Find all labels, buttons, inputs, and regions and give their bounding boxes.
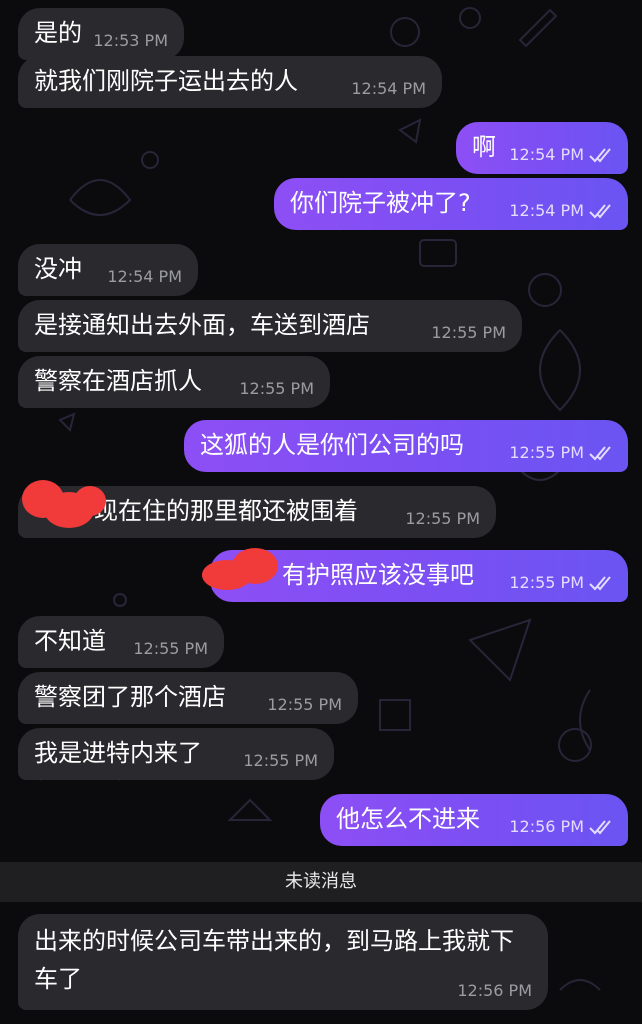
message-text: 你们院子被冲了? <box>290 189 471 217</box>
message-time: 12:55 PM <box>431 323 506 342</box>
message-text: 现在住的那里都还被围着 <box>94 497 358 525</box>
message-time: 12:54 PM <box>107 267 182 286</box>
redaction-mark <box>74 486 106 516</box>
message-bubble-incoming[interactable]: 出来的时候公司车带出来的，到马路上我就下车了 12:56 PM <box>18 914 548 1010</box>
message-time: 12:55 PM <box>267 695 342 714</box>
message-text: 这狐的人是你们公司的吗 <box>200 431 464 459</box>
unread-messages-divider: 未读消息 <box>0 862 642 902</box>
read-checkmarks-icon <box>589 148 611 163</box>
message-bubble-outgoing[interactable]: 他怎么不进来 12:56 PM <box>320 794 628 846</box>
message-text: 没冲 <box>34 255 82 283</box>
message-time: 12:53 PM <box>93 31 168 50</box>
message-bubble-incoming[interactable]: 警察在酒店抓人 12:55 PM <box>18 356 330 408</box>
message-time: 12:56 PM <box>509 817 584 836</box>
message-text: 有护照应该没事吧 <box>282 561 474 589</box>
chat-view[interactable]: 是的 12:53 PM 就我们刚院子运出去的人 12:54 PM 啊 12:54… <box>0 0 642 1024</box>
message-bubble-outgoing[interactable]: 啊 12:54 PM <box>456 122 628 174</box>
message-time: 12:55 PM <box>509 573 584 592</box>
message-bubble-outgoing[interactable]: 你们院子被冲了? 12:54 PM <box>274 178 628 230</box>
redaction-mark <box>232 548 278 584</box>
message-bubble-incoming[interactable]: 警察团了那个酒店 12:55 PM <box>18 672 358 724</box>
read-checkmarks-icon <box>589 446 611 461</box>
read-checkmarks-icon <box>589 820 611 835</box>
message-time: 12:54 PM <box>509 145 584 164</box>
message-time: 12:55 PM <box>405 509 480 528</box>
message-bubble-incoming[interactable]: 是接通知出去外面，车送到酒店 12:55 PM <box>18 300 522 352</box>
message-bubble-incoming[interactable]: 我是进特内来了 12:55 PM <box>18 728 334 780</box>
message-text: 警察在酒店抓人 <box>34 367 202 395</box>
read-checkmarks-icon <box>589 576 611 591</box>
message-text: 警察团了那个酒店 <box>34 683 226 711</box>
message-text: 是接通知出去外面，车送到酒店 <box>34 311 370 339</box>
message-time: 12:55 PM <box>133 639 208 658</box>
message-time: 12:54 PM <box>351 79 426 98</box>
message-bubble-outgoing[interactable]: 这狐的人是你们公司的吗 12:55 PM <box>184 420 628 472</box>
message-bubble-incoming[interactable]: 没冲 12:54 PM <box>18 244 198 296</box>
message-text: 不知道 <box>34 627 106 655</box>
message-text: 就我们刚院子运出去的人 <box>34 67 298 95</box>
message-time: 12:55 PM <box>243 751 318 770</box>
message-bubble-incoming[interactable]: 是的 12:53 PM <box>18 8 184 60</box>
message-time: 12:55 PM <box>509 443 584 462</box>
message-time: 12:55 PM <box>239 379 314 398</box>
message-text: 他怎么不进来 <box>336 805 480 833</box>
message-time: 12:54 PM <box>509 201 584 220</box>
message-time: 12:56 PM <box>457 981 532 1000</box>
message-text: 我是进特内来了 <box>34 739 202 767</box>
message-text: 啊 <box>472 133 496 161</box>
message-bubble-incoming[interactable]: 不知道 12:55 PM <box>18 616 224 668</box>
read-checkmarks-icon <box>589 204 611 219</box>
message-bubble-incoming[interactable]: 就我们刚院子运出去的人 12:54 PM <box>18 56 442 108</box>
message-text: 是的 <box>34 19 82 47</box>
